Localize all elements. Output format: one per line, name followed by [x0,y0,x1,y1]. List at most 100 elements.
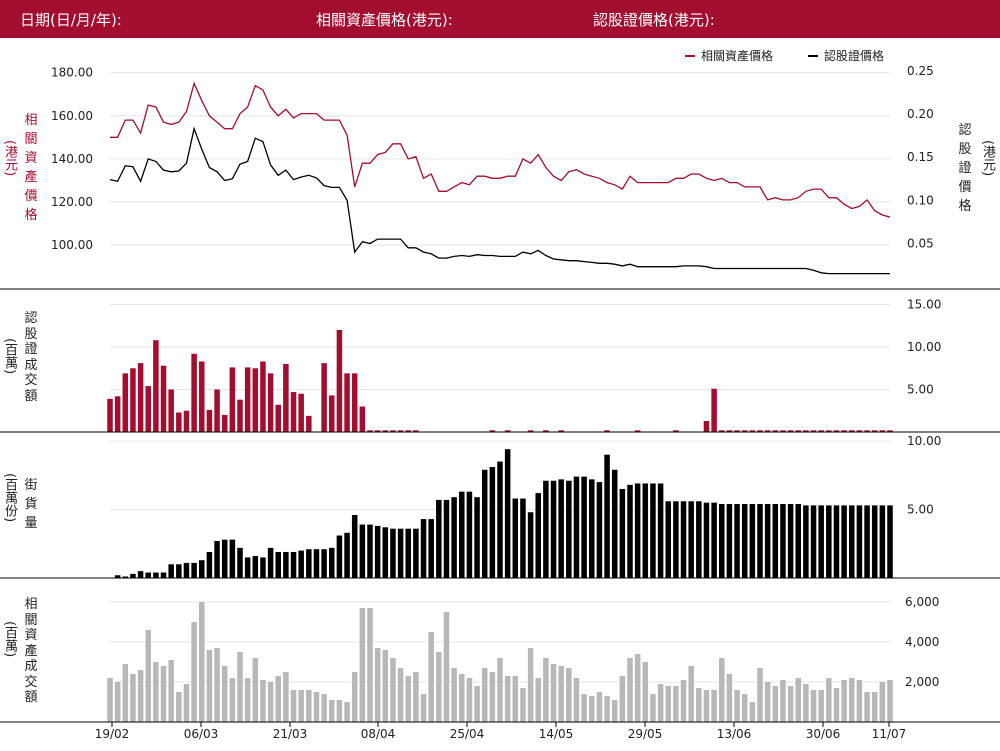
underlying-turnover-bar [107,678,113,722]
underlying-turnover-bar [527,648,534,722]
outstanding-bar [214,541,220,578]
underlying-turnover-bar [520,688,526,722]
outstanding-bar [474,497,480,578]
outstanding-bar [436,499,442,578]
outstanding-bar [160,572,167,578]
outstanding-bar [329,547,335,578]
outstanding-bar [657,483,664,578]
outstanding-bar [665,501,671,578]
outstanding-bar [703,502,710,578]
y-tick-label: 5.00 [907,503,934,517]
outstanding-bar [397,528,404,578]
outstanding-bar [711,502,717,578]
warrant-turnover-bar [176,412,182,432]
x-tick-label: 30/06 [806,727,841,741]
outstanding-bar [772,504,779,578]
outstanding-bar [459,491,465,578]
warrant-turnover-bar [221,415,228,432]
underlying-turnover-bar [428,632,434,722]
underlying-turnover-bar [275,676,281,722]
warrant-turnover-bar [359,406,366,432]
y-right-tick-label: 0.10 [907,193,934,207]
outstanding-bar [290,551,297,578]
outstanding-bar [764,504,771,578]
y-tick-label: 5.00 [907,383,934,397]
underlying-turnover-bar [749,702,756,722]
outstanding-bar [313,549,320,578]
underlying-turnover-bar [780,680,786,722]
underlying-turnover-bar [130,674,136,722]
outstanding-bar [627,484,633,578]
underlying-turnover-bar [367,608,373,722]
outstanding-bar [497,461,503,578]
underlying-turnover-bar [826,678,832,722]
outstanding-bar [145,572,151,578]
warrant-turnover-bar [290,392,297,432]
underlying-turnover-bar [642,662,649,722]
underlying-turnover-bar [321,694,327,722]
outstanding-bar [451,497,457,578]
outstanding-bar [298,550,304,578]
underlying-turnover-bar [214,648,220,722]
underlying-turnover-bar [619,676,626,722]
underlying-turnover-bar [849,678,855,722]
outstanding-bar [634,483,641,578]
outstanding-bar [351,514,358,578]
underlying-turnover-bar [734,690,740,722]
underlying-turnover-bar [420,694,427,722]
x-tick-label: 29/05 [628,727,663,741]
underlying-turnover-bar [604,696,610,722]
x-tick-label: 14/05 [539,727,574,741]
underlying-turnover-bar [260,680,266,722]
outstanding-bar [650,483,656,578]
outstanding-bar [741,504,748,578]
y-tick-label: 2,000 [905,675,939,689]
x-tick-label: 08/04 [361,727,396,741]
underlying-turnover-bar [512,676,519,722]
underlying-turnover-bar [405,676,411,722]
outstanding-bar [390,528,396,578]
warrant-turnover-bar [137,363,144,432]
outstanding-bar [810,505,817,578]
underlying-turnover-bar [856,680,863,722]
outstanding-bar [153,572,159,578]
underlying-turnover-bar [795,678,801,722]
underlying-turnover-bar [543,658,549,722]
underlying-turnover-bar [688,666,694,722]
outstanding-bar [481,469,488,578]
underlying-turnover-bar [535,678,541,722]
warrant-turnover-bar [321,363,327,432]
outstanding-bar [871,505,878,578]
underlying-turnover-bar [481,668,488,722]
y-tick-label: 10.00 [907,340,941,354]
underlying-turnover-bar [573,678,580,722]
warrant-turnover-bar [344,373,350,432]
underlying-turnover-bar [336,700,343,722]
outstanding-bar [206,551,213,578]
y-right-tick-label: 0.15 [907,150,934,164]
legend-label-warrant: 認股證價格 [824,48,884,63]
outstanding-bar [267,547,274,578]
outstanding-bar [221,539,228,578]
outstanding-bar [306,549,312,578]
outstanding-bar [619,488,626,578]
outstanding-bar [183,562,190,578]
outstanding-bar [573,476,580,578]
outstanding-bar [849,505,855,578]
warrant-turnover-bar [191,353,197,432]
outstanding-bar [382,527,389,578]
y-tick-label: 6,000 [905,595,939,609]
underlying-turnover-bar [741,694,748,722]
outstanding-bar [879,505,886,578]
outstanding-bar [787,504,794,578]
outstanding-bar [757,504,763,578]
underlying-turnover-bar [650,694,656,722]
warrant-turnover-bar [114,396,121,432]
underlying-turnover-bar [504,676,511,722]
warrant-turnover-bar [260,361,266,432]
outstanding-bar [336,535,343,578]
warrant-turnover-bar [275,404,281,432]
warrant-price-line [109,126,890,275]
outstanding-bar [826,505,832,578]
underlying-turnover-bar [818,690,824,722]
